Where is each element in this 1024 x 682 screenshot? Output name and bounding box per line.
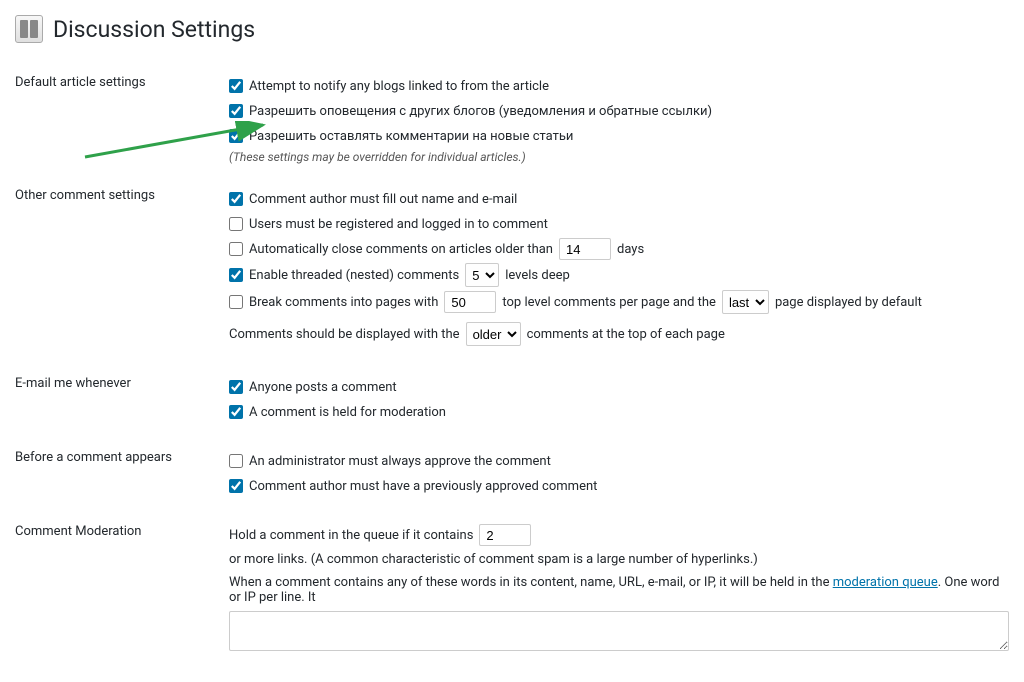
select-threaded-levels[interactable]: 5 [465,263,499,287]
settings-sliders-icon [15,15,43,43]
checkbox-email-on-moderation[interactable] [229,405,243,419]
label-autoclose-pre: Automatically close comments on articles… [249,242,553,257]
page-header: Discussion Settings [15,15,1009,43]
checkbox-allow-pingbacks[interactable] [229,104,243,118]
checkbox-email-on-post[interactable] [229,380,243,394]
page-title: Discussion Settings [53,16,255,43]
checkbox-paginate[interactable] [229,295,243,309]
label-hold-pre: Hold a comment in the queue if it contai… [229,528,473,543]
select-comment-order[interactable]: older [466,322,521,346]
label-break-pre: Break comments into pages with [249,295,438,310]
checkbox-threaded[interactable] [229,268,243,282]
label-allow-comments: Разрешить оставлять комментарии на новые… [249,129,573,144]
label-author-name-email: Comment author must fill out name and e-… [249,192,517,207]
input-comments-per-page[interactable] [444,291,496,313]
label-email-on-post: Anyone posts a comment [249,380,397,395]
label-hold-post: or more links. (A common characteristic … [229,552,758,567]
label-order-pre: Comments should be displayed with the [229,327,460,342]
checkbox-prev-approved[interactable] [229,479,243,493]
checkbox-allow-comments[interactable] [229,129,243,143]
label-order-post: comments at the top of each page [527,327,725,342]
label-words-pre: When a comment contains any of these wor… [229,575,833,590]
textarea-moderation-keys[interactable] [229,611,1009,651]
input-autoclose-days[interactable] [559,238,611,260]
label-break-mid: top level comments per page and the [502,295,716,310]
checkbox-admin-approve[interactable] [229,454,243,468]
section-default-article-label: Default article settings [15,63,229,176]
label-notify-linked-blogs: Attempt to notify any blogs linked to fr… [249,79,549,94]
select-default-page[interactable]: last [722,290,769,314]
checkbox-author-name-email[interactable] [229,192,243,206]
section-moderation-label: Comment Moderation [15,512,229,667]
label-threaded-pre: Enable threaded (nested) comments [249,268,459,283]
checkbox-notify-linked-blogs[interactable] [229,79,243,93]
label-break-post: page displayed by default [775,295,922,310]
label-email-on-moderation: A comment is held for moderation [249,405,446,420]
section-other-comments-label: Other comment settings [15,176,229,364]
checkbox-registered-users[interactable] [229,217,243,231]
label-threaded-post: levels deep [505,268,570,283]
section-before-appear-label: Before a comment appears [15,438,229,512]
label-admin-approve: An administrator must always approve the… [249,454,551,469]
section-email-label: E-mail me whenever [15,364,229,438]
checkbox-autoclose[interactable] [229,242,243,256]
label-prev-approved: Comment author must have a previously ap… [249,479,597,494]
input-hold-link-count[interactable] [479,524,531,546]
label-allow-pingbacks: Разрешить оповещения с других блогов (ув… [249,104,712,119]
label-registered-users: Users must be registered and logged in t… [249,217,548,232]
moderation-queue-link[interactable]: moderation queue [833,575,938,590]
article-settings-note: (These settings may be overridden for in… [229,150,1009,164]
label-autoclose-post: days [617,242,644,257]
